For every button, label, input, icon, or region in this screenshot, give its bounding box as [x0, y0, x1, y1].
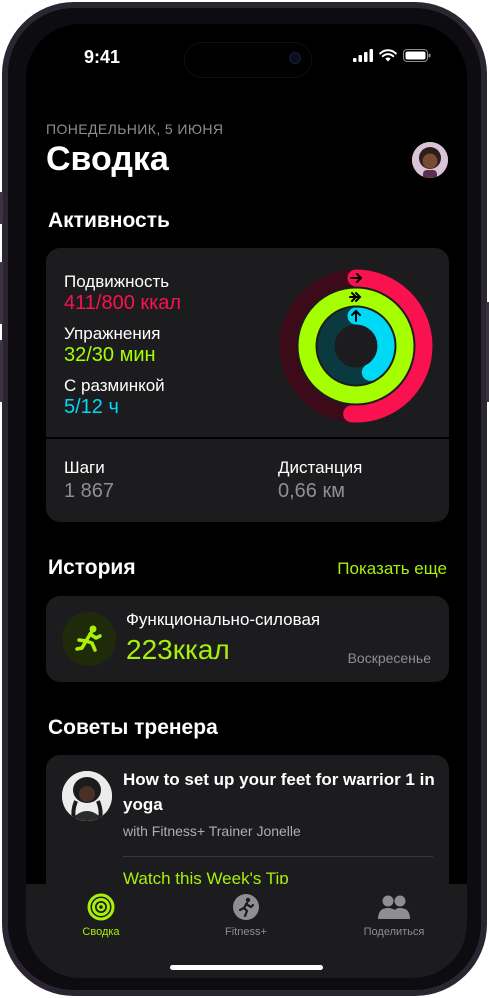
distance-value: 0,66 км [278, 480, 345, 502]
tab-summary-label: Сводка [82, 926, 120, 938]
activity-divider [46, 437, 449, 439]
tab-bar: Сводка Fitness+ Поделиться [26, 884, 467, 978]
trainer-photo-icon [62, 771, 112, 821]
activity-rings-icon [87, 893, 115, 921]
tab-summary[interactable]: Сводка [41, 892, 161, 938]
workout-day: Воскресенье [347, 650, 431, 666]
profile-avatar[interactable] [412, 142, 448, 178]
tab-fitness-plus-label: Fitness+ [225, 926, 267, 938]
cellular-signal-icon [353, 49, 373, 62]
tip-divider [123, 856, 433, 857]
phone-frame: 9:41 ПОНЕДЕЛЬНИК, 5 ИЮНЯ Сводка Активнос… [0, 2, 489, 996]
volume-down-button [0, 340, 3, 402]
action-button [0, 192, 3, 224]
status-bar: 9:41 [26, 24, 467, 84]
workout-name: Функционально-силовая [126, 610, 321, 629]
tip-title: How to set up your feet for warrior 1 in… [123, 770, 435, 814]
tab-fitness-plus[interactable]: Fitness+ [186, 892, 306, 938]
stand-label: С разминкой [64, 376, 165, 395]
workout-icon-badge [62, 612, 116, 666]
page-title: Сводка [46, 140, 169, 178]
battery-icon [403, 49, 431, 62]
move-label: Подвижность [64, 272, 170, 291]
stand-value: 5/12 ч [64, 396, 119, 418]
show-more-link[interactable]: Показать еще [337, 559, 447, 579]
functional-strength-icon [75, 625, 102, 652]
tab-sharing[interactable]: Поделиться [334, 892, 454, 938]
steps-label: Шаги [64, 458, 105, 477]
avatar-icon [412, 142, 448, 178]
home-indicator[interactable] [170, 965, 323, 970]
coach-tips-section-title: Советы тренера [48, 716, 218, 739]
tip-subtitle: with Fitness+ Trainer Jonelle [123, 823, 301, 839]
trainer-avatar [62, 771, 112, 821]
wifi-icon [379, 49, 397, 62]
volume-up-button [0, 262, 3, 324]
workout-card[interactable]: Функционально-силовая 223ккал Воскресень… [46, 596, 449, 682]
exercise-label: Упражнения [64, 324, 161, 343]
tab-sharing-label: Поделиться [363, 926, 425, 938]
distance-label: Дистанция [278, 458, 363, 477]
sharing-icon [378, 895, 410, 919]
workout-calories: 223ккал [126, 634, 230, 665]
status-time: 9:41 [84, 47, 121, 67]
screen: 9:41 ПОНЕДЕЛЬНИК, 5 ИЮНЯ Сводка Активнос… [26, 24, 467, 978]
activity-rings [279, 269, 433, 423]
activity-section-title: Активность [48, 209, 170, 232]
exercise-value: 32/30 мин [64, 344, 156, 366]
fitness-plus-icon [233, 894, 259, 920]
move-value: 411/800 ккал [64, 292, 182, 314]
activity-card[interactable]: Подвижность 411/800 ккал Упражнения 32/3… [46, 248, 449, 522]
steps-value: 1 867 [64, 480, 115, 502]
status-icons [353, 49, 431, 62]
history-section-title: История [48, 556, 136, 579]
front-camera [289, 52, 301, 64]
date-label: ПОНЕДЕЛЬНИК, 5 ИЮНЯ [46, 121, 224, 137]
